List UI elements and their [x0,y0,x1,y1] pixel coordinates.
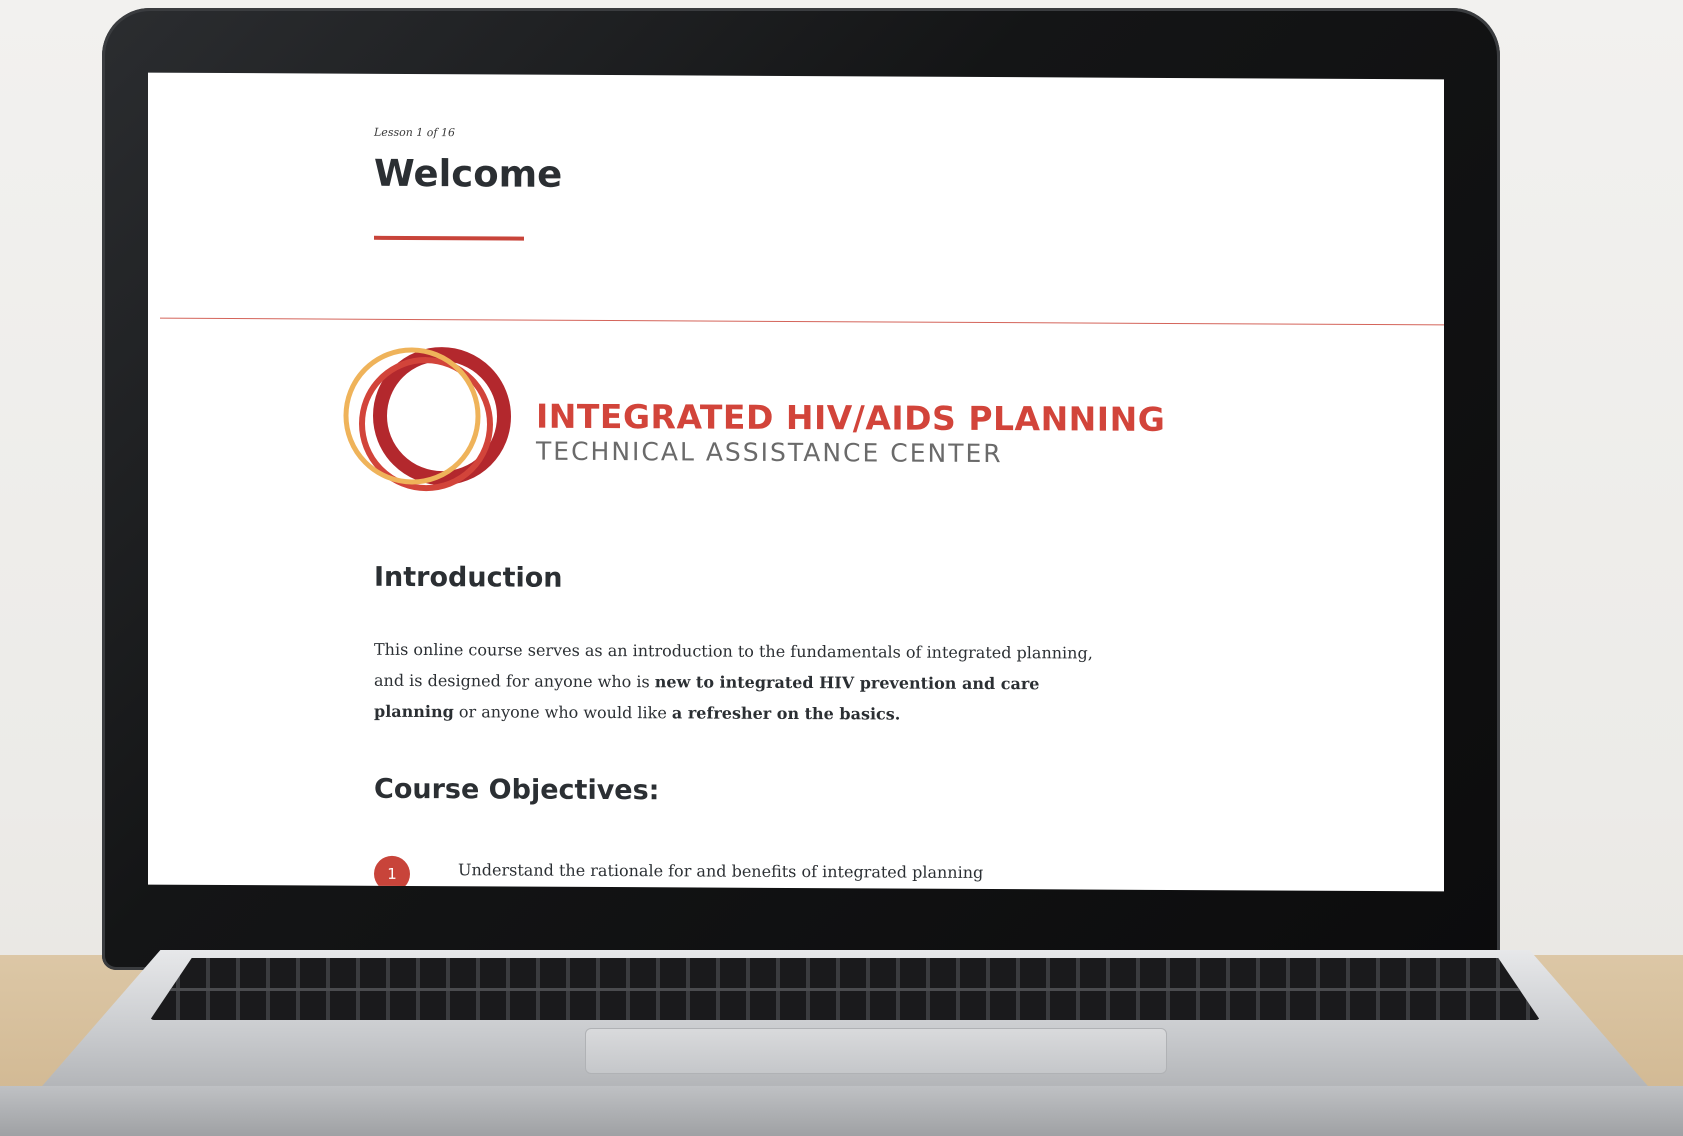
objectives-heading: Course Objectives: [374,773,660,807]
introduction-heading: Introduction [374,561,563,594]
intro-bold-2: a refresher on the basics. [671,703,901,724]
objective-item: 1 Understand the rationale for and benef… [374,855,1074,892]
logo-title: INTEGRATED HIV/AIDS PLANNING [536,396,1166,439]
title-underline [374,235,524,241]
header-divider [160,317,1444,326]
laptop-front-edge [0,1086,1683,1136]
laptop-screen: Lesson 1 of 16 Welcome INTEGRATED HIV/AI… [148,72,1444,892]
introduction-paragraph: This online course serves as an introduc… [374,634,1094,731]
trackpad [585,1028,1167,1074]
intro-text-2: or anyone who would like [453,702,672,723]
org-logo: INTEGRATED HIV/AIDS PLANNING TECHNICAL A… [334,336,1165,520]
objective-text: Understand the rationale for and benefit… [458,860,984,882]
rings-logo-icon [343,347,511,492]
logo-subtitle: TECHNICAL ASSISTANCE CENTER [536,436,1003,469]
lesson-counter: Lesson 1 of 16 [374,125,455,140]
keyboard [150,958,1540,1020]
page-title: Welcome [374,151,563,196]
